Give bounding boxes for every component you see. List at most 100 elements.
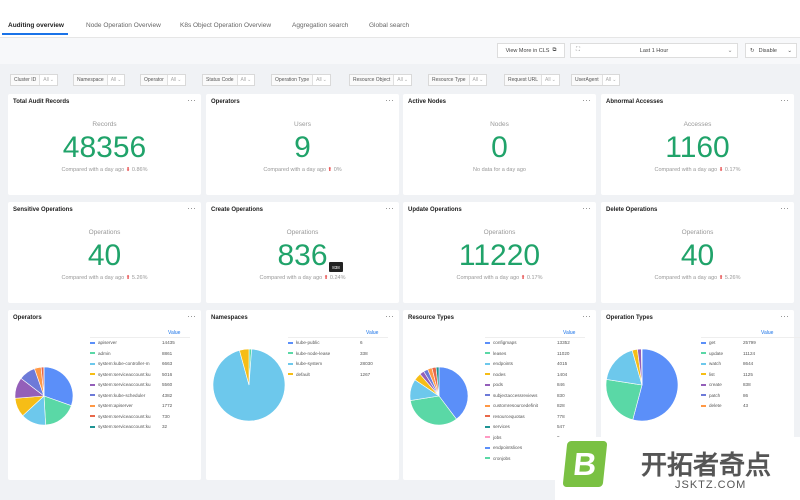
legend-item[interactable]: kube-node-lease 338 (288, 351, 380, 356)
legend-item[interactable]: default 1267 (288, 372, 380, 377)
stat-card: Abnormal Accesses ··· Accesses 1160 Compared… (601, 94, 794, 195)
legend-label: system:serviceaccount:ku (98, 382, 151, 387)
legend-label: system:serviceaccount:ku (98, 413, 151, 419)
filter-cluster-id[interactable]: Cluster ID All ⌄ (10, 74, 58, 86)
filter-namespace[interactable]: Namespace All ⌄ (73, 74, 126, 86)
legend-item[interactable]: patch 86 (701, 393, 763, 398)
pie-chart (212, 348, 286, 422)
legend-divider (288, 337, 388, 338)
more-icon[interactable]: ··· (385, 203, 394, 213)
legend-item[interactable]: update 11124 (701, 351, 763, 356)
legend-item[interactable]: system:serviceaccount:ku 5016 (90, 372, 182, 377)
legend-item[interactable]: system:serviceaccount:ku 5560 (90, 382, 182, 387)
legend-swatch (90, 383, 95, 386)
comparison-text: Compared with a day ago (61, 275, 125, 281)
legend-swatch (90, 394, 95, 396)
legend-item[interactable]: kube-public 6 (288, 340, 380, 345)
auto-refresh-select[interactable]: ↻ Disable ⌄ (745, 43, 797, 58)
filter-status-code[interactable]: Status Code All ⌄ (202, 74, 256, 86)
arrow-up-icon: ⬆ (326, 167, 334, 173)
tab-aggregation-search[interactable]: Aggregation search (292, 22, 348, 29)
filter-resource-type[interactable]: Resource Type All ⌄ (428, 74, 488, 86)
filter-useragent[interactable]: UserAgent All ⌄ (571, 74, 621, 86)
legend-value: 730 (162, 413, 170, 419)
legend-item[interactable]: configmaps 13352 (485, 340, 577, 345)
legend-value: 8644 (743, 361, 754, 366)
legend-item[interactable]: list 1125 (701, 372, 763, 377)
tab-node-operation-overview[interactable]: Node Operation Overview (86, 22, 161, 29)
legend-item[interactable]: resourcequotas 778 (485, 414, 577, 419)
legend-item[interactable]: get 25799 (701, 340, 763, 345)
pie-chart (605, 348, 679, 422)
legend-item[interactable]: kube-system 28030 (288, 361, 380, 366)
card-title: Update Operations (408, 207, 462, 213)
change-value: 5.26% (724, 275, 741, 281)
chart-legend: Value apiserver 14435 admin 8861 system:kube-… (90, 328, 198, 478)
chevron-down-icon: ⌄ (49, 77, 54, 83)
more-icon[interactable]: ··· (780, 95, 789, 105)
legend-swatch (288, 373, 293, 375)
filter-operator[interactable]: Operator All ⌄ (140, 74, 186, 86)
change-value: 0.86% (131, 167, 148, 173)
comparison-text: Compared with a day ago (263, 167, 327, 173)
view-more-in-cls-button[interactable]: View More in CLS ⧉ (497, 43, 565, 58)
legend-item[interactable]: leases 11020 (485, 351, 577, 356)
legend-item[interactable]: system:kube-controller-m 6663 (90, 361, 182, 366)
legend-item[interactable]: system:apiserver 1772 (90, 403, 182, 408)
legend-value: 86 (743, 392, 749, 398)
legend-divider (485, 337, 585, 338)
legend-item[interactable]: apiserver 14435 (90, 340, 182, 345)
change-value: 0.17% (526, 275, 543, 281)
legend-item[interactable]: system:serviceaccount:ku 730 (90, 414, 182, 419)
legend-item[interactable]: services 547 (485, 424, 577, 429)
legend-item[interactable]: pods 846 (485, 382, 577, 387)
legend-item[interactable]: create 838 (701, 382, 763, 387)
legend-swatch (485, 352, 490, 354)
legend-swatch (485, 383, 490, 386)
filter-resource-object[interactable]: Resource Object All ⌄ (349, 74, 413, 86)
legend-swatch (485, 362, 490, 365)
legend-value: 1125 (743, 371, 753, 377)
legend-item[interactable]: system:serviceaccount:ku 32 (90, 424, 182, 429)
more-icon[interactable]: ··· (780, 203, 789, 213)
more-icon[interactable]: ··· (780, 311, 789, 321)
arrow-up-icon: ⬆ (322, 275, 330, 281)
more-icon[interactable]: ··· (582, 95, 591, 105)
tab-global-search[interactable]: Global search (369, 22, 409, 29)
legend-item[interactable]: delete 43 (701, 403, 763, 408)
legend-value: 13352 (557, 340, 570, 345)
more-icon[interactable]: ··· (582, 311, 591, 321)
more-icon[interactable]: ··· (385, 311, 394, 321)
legend-item[interactable]: customresourcedefinit 828 (485, 403, 577, 408)
more-icon[interactable]: ··· (187, 311, 196, 321)
view-more-label: View More in CLS (505, 47, 550, 54)
more-icon[interactable]: ··· (187, 95, 196, 105)
filter-operation-type[interactable]: Operation Type All ⌄ (271, 74, 331, 86)
chevron-down-icon: ⌄ (177, 77, 182, 83)
more-icon[interactable]: ··· (582, 203, 591, 213)
card-title: Create Operations (211, 207, 264, 213)
tab-k8s-object-operation-overview[interactable]: K8s Object Operation Overview (180, 22, 271, 29)
stat-card: Sensitive Operations ··· Operations 40 Compa… (8, 202, 201, 303)
filter-value: All (43, 77, 49, 83)
legend-item[interactable]: nodes 1404 (485, 372, 577, 377)
legend-item[interactable]: admin 8861 (90, 351, 182, 356)
legend-divider (701, 337, 800, 338)
comparison-text: No data for a day ago (473, 167, 526, 173)
time-range-select[interactable]: ⛶ Last 1 Hour ⌄ (570, 43, 738, 58)
legend-item[interactable]: subjectaccessreviews 830 (485, 393, 577, 398)
filter-request-url[interactable]: Request URL All ⌄ (504, 74, 560, 86)
stat-label: Operations (681, 229, 714, 236)
stat-label: Nodes (490, 121, 509, 128)
legend-item[interactable]: watch 8644 (701, 361, 763, 366)
legend-item[interactable]: endpoints 4015 (485, 361, 577, 366)
legend-label: system:kube-controller-m (98, 361, 150, 366)
fullscreen-icon[interactable]: ⛶ (571, 47, 585, 54)
more-icon[interactable]: ··· (187, 203, 196, 213)
legend-item[interactable]: system:kube-scheduler 4382 (90, 393, 182, 398)
more-icon[interactable]: ··· (385, 95, 394, 105)
filter-label: Operator (141, 75, 168, 85)
tab-auditing-overview[interactable]: Auditing overview (8, 22, 64, 29)
card-title: Operators (13, 315, 42, 321)
stat-label: Operations (88, 229, 121, 236)
